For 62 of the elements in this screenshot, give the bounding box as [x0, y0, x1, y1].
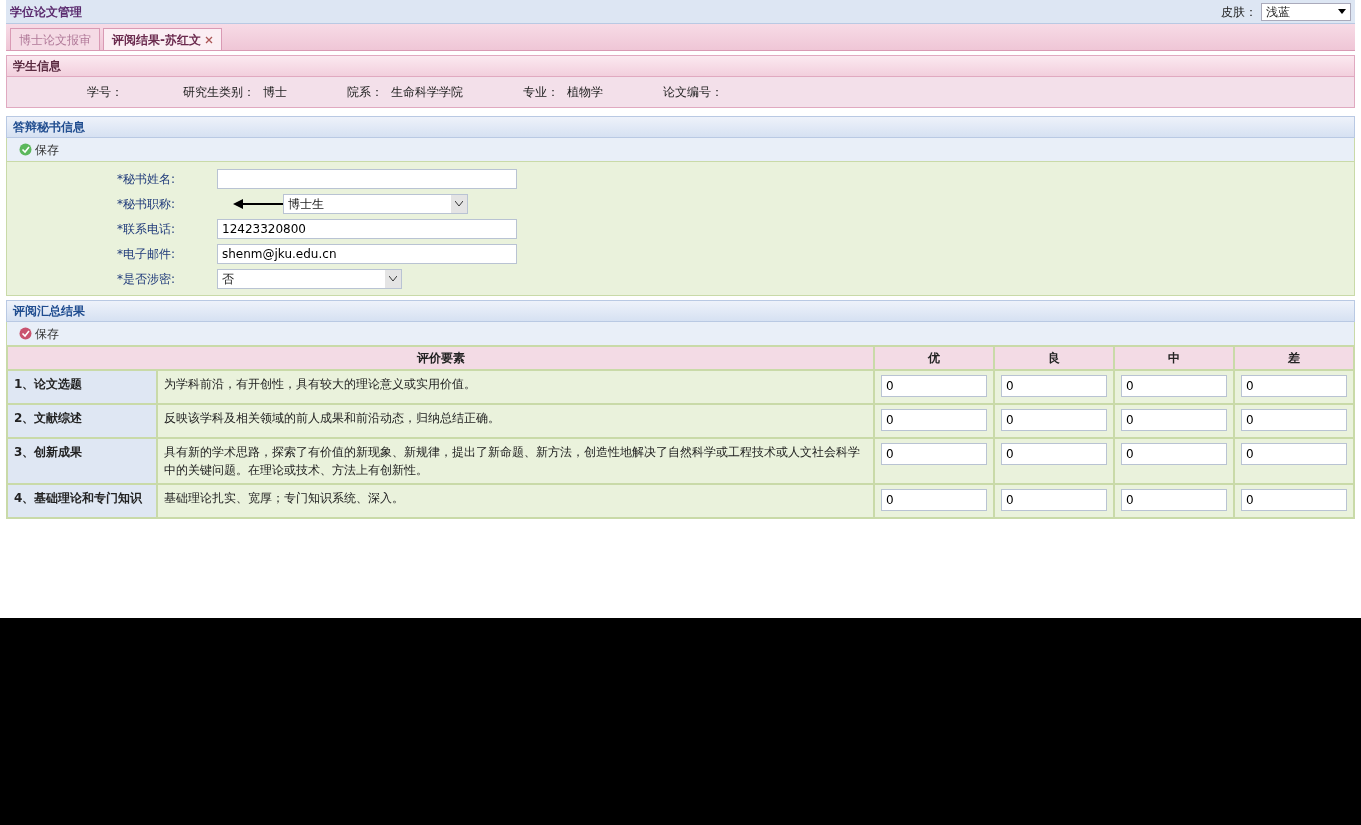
field-label: 研究生类别： [183, 84, 255, 101]
score-field[interactable]: 0 [881, 443, 987, 465]
caret-icon [455, 201, 463, 206]
table-cell: 为学科前沿，有开创性，具有较大的理论意义或实用价值。 [157, 370, 874, 404]
panel-header: 学生信息 [6, 55, 1355, 77]
input-field[interactable]: shenm@jku.edu.cn [217, 243, 517, 264]
score-field[interactable]: 0 [1121, 443, 1227, 465]
caret-icon [1338, 9, 1346, 14]
field-value: 植物学 [567, 84, 603, 101]
score-field[interactable]: 0 [881, 409, 987, 431]
column-header: 评价要素 [7, 346, 874, 370]
app-title: 学位论文管理 [10, 3, 82, 21]
field-label: *是否涉密: [117, 270, 177, 288]
field-label: *秘书姓名: [117, 170, 177, 188]
score-field[interactable]: 0 [1121, 409, 1227, 431]
score-field[interactable]: 0 [1241, 409, 1347, 431]
field-label: 院系： [347, 84, 383, 101]
skin-label: 皮肤： [1221, 3, 1257, 21]
score-field[interactable]: 0 [1121, 489, 1227, 511]
score-field[interactable]: 0 [1241, 375, 1347, 397]
field-value: 博士 [263, 84, 287, 101]
save-button[interactable]: 保存 [17, 140, 61, 159]
score-field[interactable]: 0 [881, 375, 987, 397]
table-cell: 4、基础理论和专门知识 [7, 484, 157, 518]
score-field[interactable]: 0 [1121, 375, 1227, 397]
caret-icon [389, 276, 397, 281]
field-label: *联系电话: [117, 220, 177, 238]
score-field[interactable]: 0 [1241, 489, 1347, 511]
panel-header: 评阅汇总结果 [6, 300, 1355, 322]
panel-header: 答辩秘书信息 [6, 116, 1355, 138]
score-field[interactable]: 0 [1241, 443, 1347, 465]
skin-select[interactable]: 浅蓝 [1261, 2, 1351, 21]
score-field[interactable]: 0 [1001, 489, 1107, 511]
field-label: *秘书职称: [117, 195, 177, 213]
check-icon [19, 327, 32, 340]
select-field[interactable]: 博士生 [283, 193, 468, 214]
table-cell: 具有新的学术思路，探索了有价值的新现象、新规律，提出了新命题、新方法，创造性地解决了自然科学或工程技术或人文社会科学中的关键问题。在理论或技术、方法上有创新性。 [157, 438, 874, 484]
table-cell: 1、论文选题 [7, 370, 157, 404]
score-field[interactable]: 0 [1001, 443, 1107, 465]
check-icon [19, 143, 32, 156]
column-header: 差 [1234, 346, 1354, 370]
column-header: 良 [994, 346, 1114, 370]
table-cell: 基础理论扎实、宽厚；专门知识系统、深入。 [157, 484, 874, 518]
input-field[interactable]: 12423320800 [217, 218, 517, 239]
score-field[interactable]: 0 [1001, 409, 1107, 431]
table-cell: 反映该学科及相关领域的前人成果和前沿动态，归纳总结正确。 [157, 404, 874, 438]
table-cell: 2、文献综述 [7, 404, 157, 438]
save-button[interactable]: 保存 [17, 324, 61, 343]
column-header: 优 [874, 346, 994, 370]
field-value: 生命科学学院 [391, 84, 463, 101]
select-field[interactable]: 否 [217, 268, 402, 289]
score-field[interactable]: 0 [1001, 375, 1107, 397]
input-field[interactable] [217, 168, 517, 189]
score-field[interactable]: 0 [881, 489, 987, 511]
field-label: 学号： [87, 84, 123, 101]
field-label: 专业： [523, 84, 559, 101]
column-header: 中 [1114, 346, 1234, 370]
table-cell: 3、创新成果 [7, 438, 157, 484]
field-label: *电子邮件: [117, 245, 177, 263]
tab[interactable]: 评阅结果-苏红文 [103, 28, 222, 50]
field-label: 论文编号： [663, 84, 723, 101]
close-icon[interactable] [205, 35, 213, 44]
